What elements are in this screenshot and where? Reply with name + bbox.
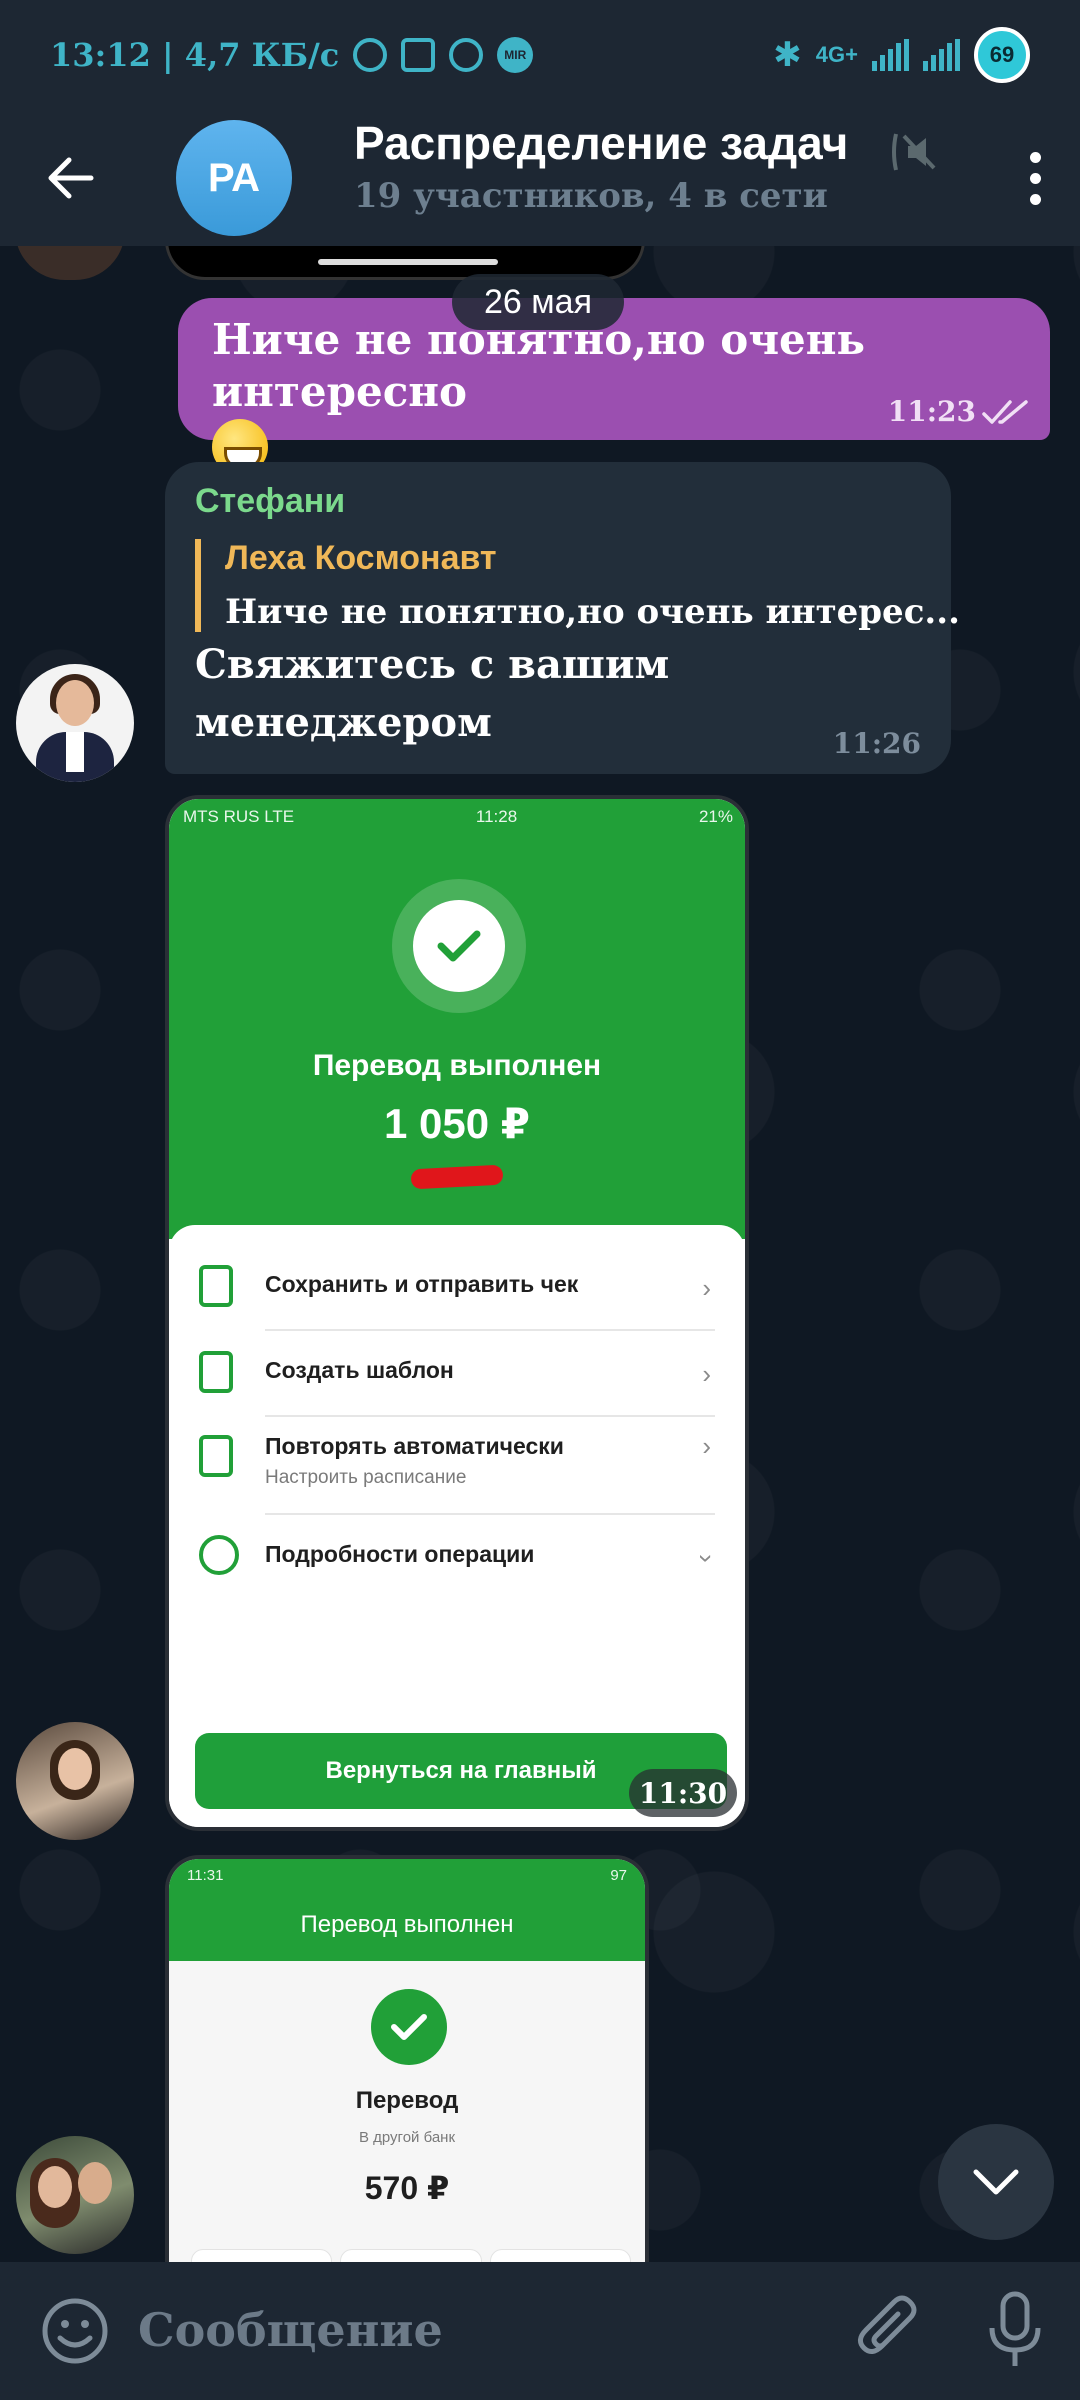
image2-label: Перевод [355,2087,459,2114]
reply-quote[interactable]: Леха Космонавт Ниче не понятно,но очень … [195,539,960,632]
scroll-down-button[interactable] [938,2124,1054,2240]
nfc-icon [401,38,436,72]
repeat-icon [199,1435,233,1477]
app-notification-icon [449,38,484,72]
alarm-icon [353,38,388,72]
status-left: 13:12 | 4,7 КБ/с MIR [50,36,534,74]
battery-icon: 69 [974,27,1030,83]
image-message-time: 11:30 [629,1769,737,1817]
status-bar: 13:12 | 4,7 КБ/с MIR ✱ 4G+ 69 [0,0,1080,110]
image2-battery: 97 [610,1867,627,1884]
row-save-receipt: Сохранить и отправить чек › [199,1245,715,1331]
image2-status-bar: 11:31 97 [187,1867,627,1884]
chevron-right-icon: › [702,1273,711,1303]
chevron-right-icon: › [702,1359,711,1389]
image2-amount: 570 ₽ [364,2170,450,2206]
status-right: ✱ 4G+ 69 [773,27,1030,83]
success-icon [392,879,526,1013]
incoming-text-line1: Свяжитесь с вашим [195,641,670,688]
double-check-icon [982,399,1028,424]
reply-text: Ниче не понятно,но очень интерес... [225,592,960,632]
avatar-sender-3[interactable] [16,2136,134,2254]
row-label: Сохранить и отправить чек [265,1271,579,1297]
image-carrier: MTS RUS LTE [183,807,295,826]
bluetooth-icon: ✱ [773,36,802,74]
network-type: 4G+ [815,42,858,67]
row-label: Создать шаблон [265,1357,454,1383]
image-transfer-amount: 1 050 ₽ [384,1100,530,1147]
back-button[interactable] [0,110,140,246]
chat-subtitle: 19 участников, 4 в сети [354,176,828,216]
status-time-speed: 13:12 | 4,7 КБ/с [50,36,340,74]
incoming-message[interactable]: Стефани Леха Космонавт Ниче не понятно,н… [165,462,960,774]
row-operation-details: Подробности операции › [199,1515,722,1601]
chat-title-block[interactable]: Распределение задач 19 участников, 4 в с… [354,116,914,216]
chat-header: РА Распределение задач 19 участников, 4 … [0,110,1080,246]
image-clock: 11:28 [475,807,518,826]
outgoing-text: Ниче не понятно,но очень интересно [212,315,866,416]
microphone-button[interactable] [980,2290,1050,2370]
message-input-bar [0,2262,1080,2400]
receipt-icon [199,1265,233,1307]
incoming-message-text: Свяжитесь с вашим менеджером [195,636,921,752]
chevron-right-icon: › [702,1431,711,1461]
info-icon [199,1535,239,1575]
avatar-sender-2[interactable] [16,1722,134,1840]
emoji-button[interactable] [40,2296,110,2366]
chevron-down-icon [973,2169,1019,2195]
muted-icon [892,133,936,171]
image2-clock: 11:31 [187,1867,224,1884]
row-create-template: Создать шаблон › [199,1331,715,1417]
chevron-down-icon: › [692,1554,723,1563]
image-battery: 21% [698,807,733,826]
avatar-stefani[interactable] [16,664,134,782]
image-message-transfer[interactable]: MTS RUS LTE 11:28 21% Перевод выполнен 1… [165,795,749,1831]
date-chip: 26 мая [452,274,624,330]
image2-title: Перевод выполнен [300,1911,514,1938]
group-avatar[interactable]: РА [176,120,292,236]
outgoing-meta: 11:23 [888,395,1030,428]
paperclip-icon [858,2295,917,2354]
template-icon [199,1351,233,1393]
row-sublabel: Настроить расписание [265,1467,467,1488]
row-label: Повторять автоматически [265,1433,564,1459]
smile-icon [42,2298,108,2364]
reply-author: Леха Космонавт [225,539,497,577]
image-status-bar: MTS RUS LTE 11:28 21% [183,807,733,827]
incoming-time: 11:26 [832,727,921,760]
microphone-icon [989,2291,1041,2366]
mir-icon: MIR [497,37,534,73]
chat-title: Распределение задач [354,117,849,169]
success-icon [371,1989,447,2065]
incoming-text-line2: менеджером [195,699,492,746]
image-transfer-title: Перевод выполнен [312,1049,602,1082]
outgoing-time: 11:23 [887,395,976,428]
back-arrow-icon [48,157,94,199]
attach-button[interactable] [850,2292,926,2368]
more-menu-button[interactable] [1010,138,1060,218]
image-message-transfer-2[interactable]: 11:31 97 Перевод выполнен Перевод В друг… [165,1855,649,2265]
signal-icon-2 [923,39,960,71]
signal-icon [872,39,909,71]
row-repeat-auto: Повторять автоматически Настроить распис… [199,1415,715,1515]
message-input[interactable] [138,2292,798,2368]
sender-name[interactable]: Стефани [195,482,921,521]
row-label: Подробности операции [265,1541,535,1567]
image2-sublabel: В другой банк [358,2129,456,2146]
